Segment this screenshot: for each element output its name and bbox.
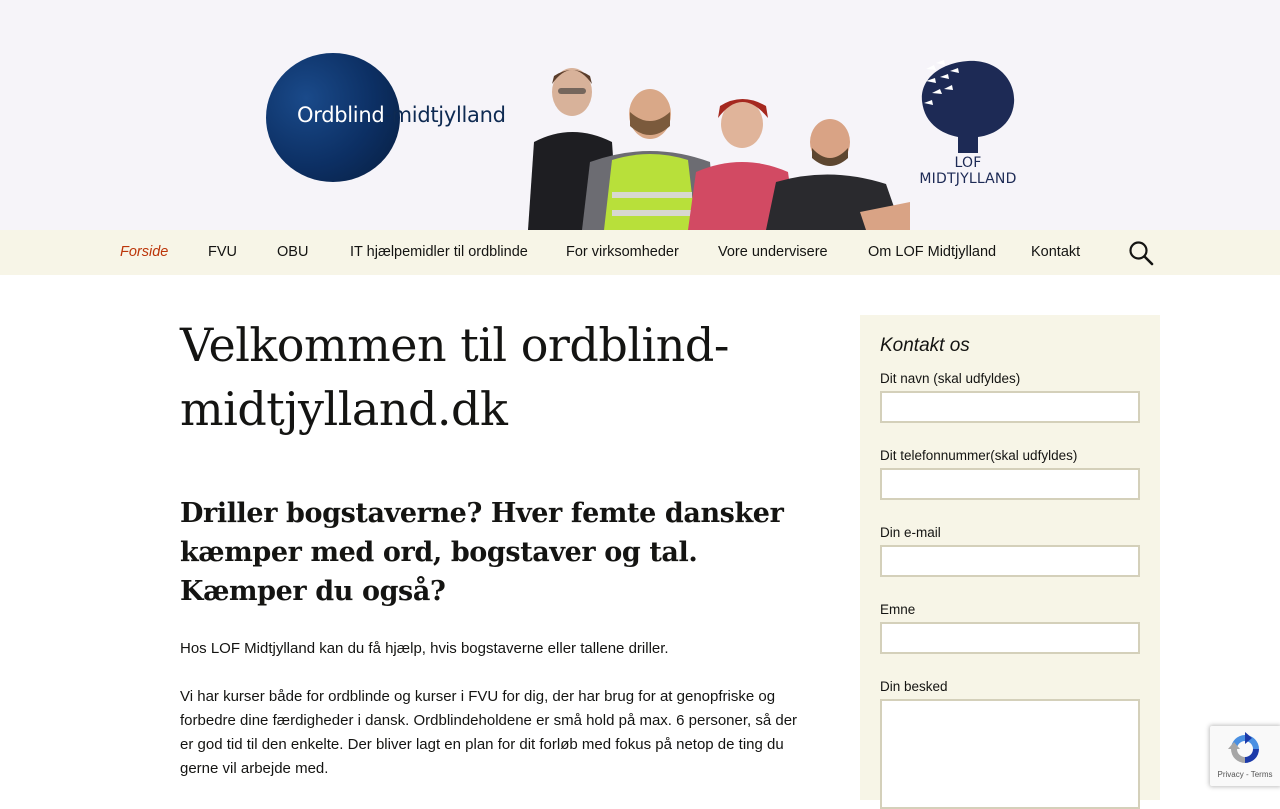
- paragraph-courses: Vi har kurser både for ordblinde og kurs…: [180, 688, 798, 777]
- nav-item-fvu[interactable]: FVU: [208, 230, 237, 275]
- name-field-label: Dit navn (skal udfyldes): [880, 371, 1021, 386]
- nav-item-om-lof[interactable]: Om LOF Midtjylland: [868, 230, 996, 275]
- lof-logo-text: LOF MIDTJYLLAND: [919, 155, 1017, 187]
- header-banner[interactable]: Ordblind-midtjylland LOF MIDTJYLLAND: [0, 0, 1280, 230]
- people-photo: [528, 68, 910, 230]
- message-field[interactable]: [880, 699, 1140, 809]
- subject-field-label: Emne: [880, 602, 916, 617]
- email-field[interactable]: [880, 545, 1140, 577]
- nav-item-kontakt[interactable]: Kontakt: [1031, 230, 1080, 275]
- nav-item-vore-undervisere[interactable]: Vore undervisere: [718, 230, 828, 275]
- recaptcha-icon: [1228, 732, 1259, 763]
- page-title: Velkommen til ordblind-midtjylland.dk: [180, 318, 729, 436]
- email-field-label: Din e-mail: [880, 525, 941, 540]
- phone-field[interactable]: [880, 468, 1140, 500]
- nav-item-it-hjaelpemidler[interactable]: IT hjælpemidler til ordblinde: [350, 230, 528, 275]
- nav-item-forside[interactable]: Forside: [120, 230, 168, 275]
- recaptcha-links[interactable]: Privacy - Terms: [1210, 770, 1280, 779]
- paragraph-intro: Hos LOF Midtjylland kan du få hjælp, hvi…: [180, 640, 669, 657]
- phone-field-label: Dit telefonnummer(skal udfyldes): [880, 448, 1078, 463]
- site-logo-text: Ordblind-midtjylland: [297, 103, 506, 127]
- lead-heading: Driller bogstaverne? Hver femte dansker …: [180, 498, 784, 607]
- nav-item-obu[interactable]: OBU: [277, 230, 308, 275]
- contact-widget-title: Kontakt os: [880, 335, 970, 356]
- message-field-label: Din besked: [880, 679, 948, 694]
- recaptcha-badge[interactable]: Privacy - Terms: [1210, 726, 1280, 786]
- nav-item-for-virksomheder[interactable]: For virksomheder: [566, 230, 679, 275]
- name-field[interactable]: [880, 391, 1140, 423]
- search-icon[interactable]: [1128, 240, 1154, 266]
- main-navigation: Forside FVU OBU IT hjælpemidler til ordb…: [0, 230, 1280, 275]
- subject-field[interactable]: [880, 622, 1140, 654]
